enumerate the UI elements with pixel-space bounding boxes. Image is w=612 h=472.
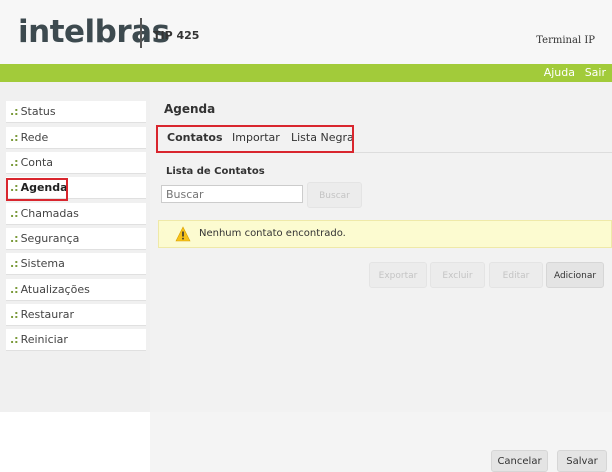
- warning-message: Nenhum contato encontrado.: [199, 228, 346, 239]
- bullet-icon: .:: [10, 232, 19, 245]
- sidebar-item-atualizacoes[interactable]: .: Atualizações: [6, 279, 146, 301]
- model-name: TIP 425: [153, 29, 200, 42]
- page-title: Agenda: [164, 102, 216, 116]
- sidebar-item-label: Restaurar: [20, 308, 75, 321]
- help-link[interactable]: Ajuda: [544, 66, 575, 79]
- sidebar-item-label: Rede: [20, 131, 49, 144]
- sidebar-item-label: Atualizações: [20, 283, 90, 296]
- section-title: Lista de Contatos: [166, 166, 265, 177]
- tabs-highlight-box: [156, 125, 354, 153]
- top-nav-bar: Ajuda Sair: [0, 64, 612, 82]
- empty-warning: Nenhum contato encontrado.: [158, 220, 612, 248]
- add-button[interactable]: Adicionar: [546, 262, 604, 288]
- sidebar-item-label: Conta: [20, 156, 54, 169]
- bullet-icon: .:: [10, 257, 19, 270]
- bullet-icon: .:: [10, 207, 19, 220]
- intelbras-logo: intelbras: [18, 14, 170, 50]
- delete-button[interactable]: Excluir: [430, 262, 485, 288]
- sidebar-item-label: Reiniciar: [20, 333, 68, 346]
- header: intelbras TIP 425 Terminal IP: [0, 0, 612, 64]
- agenda-highlight-box: [6, 178, 68, 201]
- search-input[interactable]: [161, 185, 303, 203]
- bullet-icon: .:: [10, 308, 19, 321]
- bullet-icon: .:: [10, 131, 19, 144]
- footer-left-panel: [20, 412, 150, 472]
- search-button[interactable]: Buscar: [307, 182, 362, 208]
- warning-icon: [175, 226, 191, 242]
- sidebar-item-rede[interactable]: .: Rede: [6, 127, 146, 149]
- bullet-icon: .:: [10, 333, 19, 346]
- logout-link[interactable]: Sair: [585, 66, 606, 79]
- sidebar-item-label: Sistema: [20, 257, 65, 270]
- cancel-button[interactable]: Cancelar: [491, 450, 548, 472]
- sidebar-item-label: Segurança: [20, 232, 80, 245]
- sidebar-item-restaurar[interactable]: .: Restaurar: [6, 304, 146, 326]
- bullet-icon: .:: [10, 105, 19, 118]
- sidebar-item-reiniciar[interactable]: .: Reiniciar: [6, 329, 146, 351]
- sidebar-item-chamadas[interactable]: .: Chamadas: [6, 203, 146, 225]
- sidebar-item-status[interactable]: .: Status: [6, 101, 146, 123]
- export-button[interactable]: Exportar: [369, 262, 427, 288]
- bullet-icon: .:: [10, 156, 19, 169]
- sidebar-item-sistema[interactable]: .: Sistema: [6, 253, 146, 275]
- product-label: Terminal IP: [536, 35, 595, 46]
- sidebar-item-label: Chamadas: [20, 207, 79, 220]
- logo-divider: [140, 18, 142, 48]
- sidebar-item-conta[interactable]: .: Conta: [6, 152, 146, 174]
- save-button[interactable]: Salvar: [557, 450, 607, 472]
- bullet-icon: .:: [10, 283, 19, 296]
- sidebar-item-label: Status: [20, 105, 56, 118]
- sidebar-item-seguranca[interactable]: .: Segurança: [6, 228, 146, 250]
- edit-button[interactable]: Editar: [489, 262, 543, 288]
